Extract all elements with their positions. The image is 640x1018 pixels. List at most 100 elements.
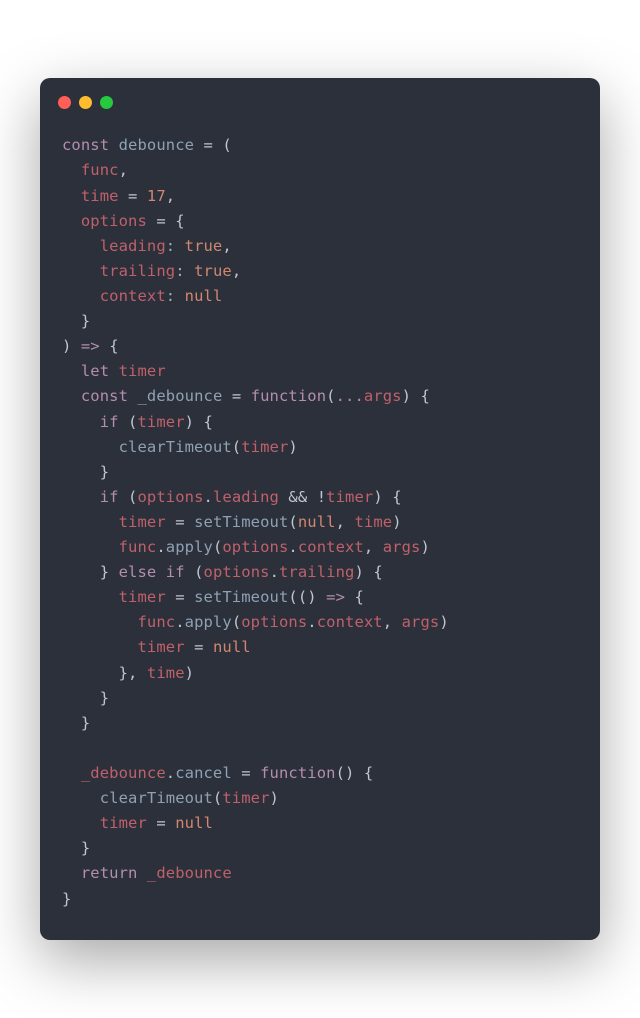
dot: .	[156, 538, 165, 556]
bool-true: true	[194, 262, 232, 280]
rparen: )	[307, 588, 316, 606]
identifier-_debounce: _debounce	[137, 387, 222, 405]
param-options: options	[81, 212, 147, 230]
lparen: (	[222, 136, 231, 154]
minimize-icon[interactable]	[79, 96, 92, 109]
identifier-func: func	[119, 538, 157, 556]
identifier-timer: timer	[119, 588, 166, 606]
comma: ,	[336, 513, 345, 531]
lbrace: {	[392, 488, 401, 506]
rbrace: }	[100, 563, 109, 581]
lbrace: {	[175, 212, 184, 230]
null: null	[185, 287, 223, 305]
prop-context: context	[298, 538, 364, 556]
lparen: (	[194, 563, 203, 581]
arrow: =>	[81, 337, 100, 355]
lbrace: {	[354, 588, 363, 606]
identifier-_debounce: _debounce	[81, 764, 166, 782]
keyword-else: else	[119, 563, 157, 581]
identifier-timer: timer	[326, 488, 373, 506]
identifier-time: time	[147, 664, 185, 682]
dot: .	[270, 563, 279, 581]
code-block: const debounce = ( func, time = 17, opti…	[40, 115, 600, 939]
comma: ,	[119, 161, 128, 179]
identifier-timer: timer	[222, 789, 269, 807]
comma: ,	[166, 187, 175, 205]
keyword-return: return	[81, 864, 138, 882]
identifier-func: func	[137, 613, 175, 631]
rparen: )	[185, 413, 194, 431]
maximize-icon[interactable]	[100, 96, 113, 109]
close-icon[interactable]	[58, 96, 71, 109]
comma: ,	[128, 664, 137, 682]
arrow: =>	[326, 588, 345, 606]
lparen: (	[213, 538, 222, 556]
op-eq: =	[128, 187, 137, 205]
null: null	[175, 814, 213, 832]
colon: :	[175, 262, 184, 280]
number-17: 17	[147, 187, 166, 205]
op-eq: =	[175, 513, 184, 531]
lparen: (	[288, 588, 297, 606]
keyword-function: function	[260, 764, 335, 782]
param-func: func	[81, 161, 119, 179]
rparen: )	[354, 563, 363, 581]
op-eq: =	[156, 212, 165, 230]
lparen: (	[232, 438, 241, 456]
lbrace: {	[364, 764, 373, 782]
keyword-const: const	[81, 387, 128, 405]
lparen: (	[326, 387, 335, 405]
op-eq: =	[175, 588, 184, 606]
identifier-time: time	[354, 513, 392, 531]
lbrace: {	[109, 337, 118, 355]
rbrace: }	[81, 312, 90, 330]
dot: .	[307, 613, 316, 631]
identifier-timer: timer	[241, 438, 288, 456]
keyword-function: function	[251, 387, 326, 405]
lparen: (	[213, 789, 222, 807]
rparen: )	[439, 613, 448, 631]
identifier-options: options	[222, 538, 288, 556]
identifier-timer: timer	[137, 413, 184, 431]
prop-trailing: trailing	[279, 563, 354, 581]
identifier-_debounce: _debounce	[147, 864, 232, 882]
rbrace: }	[119, 664, 128, 682]
prop-leading: leading	[213, 488, 279, 506]
colon: :	[166, 237, 175, 255]
colon: :	[166, 287, 175, 305]
rbrace: }	[100, 463, 109, 481]
keyword-if: if	[100, 413, 119, 431]
rbrace: }	[81, 839, 90, 857]
identifier-options: options	[241, 613, 307, 631]
call-setTimeout: setTimeout	[194, 588, 288, 606]
method-apply: apply	[185, 613, 232, 631]
null: null	[298, 513, 336, 531]
rparen: )	[270, 789, 279, 807]
param-args: args	[364, 387, 402, 405]
identifier-timer: timer	[119, 362, 166, 380]
lbrace: {	[204, 413, 213, 431]
keyword-const: const	[62, 136, 109, 154]
lbrace: {	[373, 563, 382, 581]
call-clearTimeout: clearTimeout	[119, 438, 232, 456]
comma: ,	[222, 237, 231, 255]
rparen: )	[420, 538, 429, 556]
dot: .	[288, 538, 297, 556]
param-time: time	[81, 187, 119, 205]
keyword-if: if	[100, 488, 119, 506]
prop-leading: leading	[100, 237, 166, 255]
rbrace: }	[62, 890, 71, 908]
call-clearTimeout: clearTimeout	[100, 789, 213, 807]
keyword-if: if	[166, 563, 185, 581]
op-eq: =	[204, 136, 213, 154]
op-and: &&	[288, 488, 307, 506]
lparen: (	[298, 588, 307, 606]
prop-cancel: cancel	[175, 764, 232, 782]
prop-trailing: trailing	[100, 262, 175, 280]
comma: ,	[364, 538, 373, 556]
comma: ,	[383, 613, 392, 631]
code-window: const debounce = ( func, time = 17, opti…	[40, 78, 600, 939]
prop-context: context	[100, 287, 166, 305]
identifier-debounce: debounce	[119, 136, 194, 154]
rparen: )	[185, 664, 194, 682]
